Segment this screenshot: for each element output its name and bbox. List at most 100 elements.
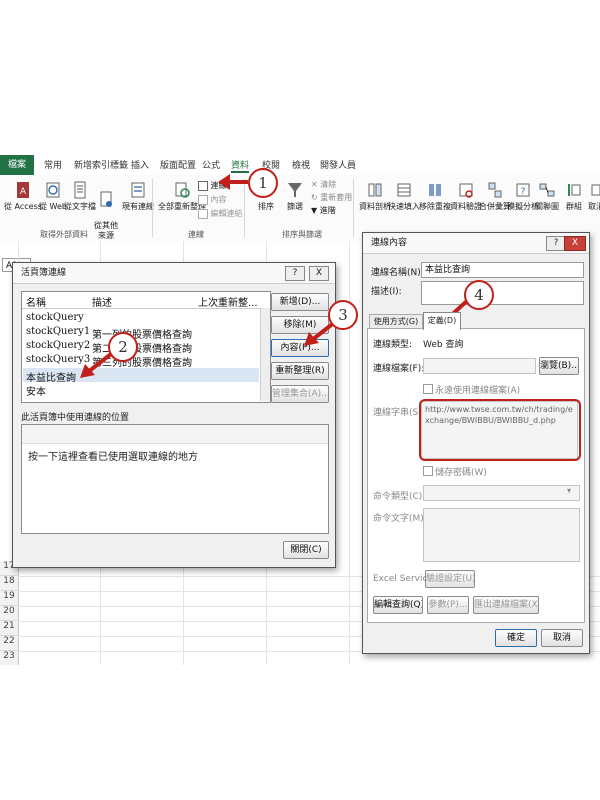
tab-view[interactable]: 檢視 — [292, 158, 310, 171]
connection-file-input[interactable] — [423, 358, 536, 374]
flash-fill-button[interactable]: 快速填入 — [388, 181, 420, 212]
web-icon — [46, 182, 60, 198]
row-header[interactable]: 23 — [0, 651, 19, 665]
refresh-button[interactable]: 重新整理(R) — [271, 362, 329, 380]
text-to-columns-icon — [368, 183, 382, 197]
connection-type-value: Web 查詢 — [423, 340, 464, 350]
tab-formulas[interactable]: 公式 — [202, 158, 220, 171]
tab-usage[interactable]: 使用方式(G) — [369, 314, 423, 329]
tab-developer[interactable]: 開發人員 — [320, 158, 356, 171]
row-header[interactable]: 21 — [0, 621, 19, 636]
list-header: 名稱 描述 上次重新整... — [22, 292, 270, 309]
tab-home[interactable]: 常用 — [44, 158, 62, 171]
remove-duplicates-button[interactable]: 移除重複 — [419, 181, 451, 212]
help-button[interactable]: ? — [546, 236, 566, 251]
filter-icon — [288, 183, 302, 197]
connection-file-label: 連線檔案(F): — [373, 364, 425, 374]
column-header-name[interactable]: 名稱 — [26, 294, 46, 309]
row-header[interactable]: 19 — [0, 591, 19, 606]
advanced-icon: ▼ — [311, 206, 318, 215]
ribbon-separator — [152, 179, 153, 237]
ungroup-icon — [591, 184, 600, 196]
text-file-icon — [74, 181, 86, 199]
existing-connections-icon — [131, 182, 145, 198]
list-scrollbar[interactable] — [260, 308, 270, 401]
command-type-select[interactable] — [423, 485, 580, 501]
connections-list[interactable]: 名稱 描述 上次重新整... stockQuery stockQuery1 第一… — [21, 291, 271, 403]
svg-text:A: A — [20, 187, 27, 197]
callout-1: 1 — [248, 168, 278, 198]
from-other-sources-button[interactable]: 從其他 來源 — [94, 181, 118, 241]
list-item[interactable]: stockQuery — [26, 312, 84, 323]
connection-name-label: 連線名稱(N): — [371, 268, 424, 278]
column-header-description[interactable]: 描述 — [92, 294, 112, 309]
close-icon[interactable]: X — [309, 266, 329, 281]
list-item-selected[interactable]: 本益比查詢 — [26, 369, 76, 384]
ribbon-separator — [244, 179, 245, 237]
row-header[interactable]: 18 — [0, 576, 19, 591]
list-item[interactable]: stockQuery1 — [26, 326, 90, 337]
edit-links-icon — [198, 208, 208, 219]
from-access-button[interactable]: A 從 Access — [4, 181, 42, 212]
list-item[interactable]: 安本 — [26, 383, 46, 398]
properties-button[interactable]: 內容 — [198, 194, 227, 205]
remove-connection-button[interactable]: 移除(M) — [271, 316, 329, 334]
browse-button[interactable]: 瀏覽(B)... — [539, 357, 579, 375]
save-password-label: 儲存密碼(W) — [435, 468, 487, 478]
data-validation-button[interactable]: 資料驗證 — [450, 181, 482, 212]
connection-name-input[interactable]: 本益比查詢 — [421, 262, 584, 278]
relationships-button[interactable]: 關聯圖 — [535, 181, 559, 212]
edit-query-button[interactable]: 編輯查詢(Q)... — [373, 596, 423, 614]
add-connection-button[interactable]: 新增(D)... — [271, 293, 329, 311]
tab-insert[interactable]: 插入 — [131, 158, 149, 171]
tab-page-layout[interactable]: 版面配置 — [160, 158, 196, 171]
highlight-outline — [419, 399, 581, 461]
properties-button[interactable]: 內容(P)... — [271, 339, 329, 357]
auth-settings-button[interactable]: 驗證設定(U)... — [425, 570, 475, 588]
tab-data[interactable]: 資料 — [231, 158, 250, 173]
row-header[interactable]: 20 — [0, 606, 19, 621]
cancel-button[interactable]: 取消 — [541, 629, 583, 647]
close-button[interactable]: 關閉(C) — [283, 541, 329, 559]
tab-definition[interactable]: 定義(D) — [423, 312, 461, 330]
list-item[interactable]: stockQuery3 — [26, 354, 90, 365]
locations-label: 此活頁簿中使用連線的位置 — [21, 413, 130, 423]
description-input[interactable] — [421, 281, 584, 305]
group-button[interactable]: 群組 — [566, 181, 582, 212]
existing-connections-button[interactable]: 現有連線 — [122, 181, 154, 212]
command-text-label: 命令文字(M): — [373, 514, 427, 524]
locations-header — [22, 425, 328, 444]
connections-button[interactable]: 連線 — [198, 180, 227, 191]
locations-box[interactable]: 按一下這裡查看已使用選取連線的地方 — [21, 424, 329, 534]
edit-links-button[interactable]: 編輯連結 — [198, 208, 243, 219]
access-icon: A — [16, 182, 29, 198]
help-button[interactable]: ? — [285, 266, 305, 281]
tab-file[interactable]: 檔案 — [0, 155, 34, 175]
other-sources-icon — [100, 191, 112, 207]
text-to-columns-button[interactable]: 資料剖析 — [359, 181, 391, 212]
command-text-input[interactable] — [423, 508, 580, 562]
locations-hint[interactable]: 按一下這裡查看已使用選取連線的地方 — [28, 448, 198, 463]
export-connection-file-button[interactable]: 匯出連線檔案(X)... — [473, 596, 539, 614]
tab-new-tab[interactable]: 新增索引標籤 — [74, 158, 128, 171]
command-type-label: 命令類型(C): — [373, 492, 426, 502]
row-header[interactable]: 22 — [0, 636, 19, 651]
manage-sets-button[interactable]: 管理集合(A)... — [271, 385, 329, 403]
callout-2: 2 — [108, 332, 138, 362]
advanced-button[interactable]: ▼ 進階 — [311, 205, 336, 216]
ribbon-tab-bar: 檔案 常用 新增索引標籤 插入 版面配置 公式 資料 校閱 檢視 開發人員 — [0, 155, 600, 176]
list-item[interactable]: stockQuery2 — [26, 340, 90, 351]
filter-button[interactable]: 篩選 — [287, 181, 303, 212]
ok-button[interactable]: 確定 — [495, 629, 537, 647]
column-header-last-refreshed[interactable]: 上次重新整... — [198, 294, 258, 309]
always-use-file-checkbox[interactable] — [423, 384, 433, 394]
reapply-button[interactable]: ↻ 重新套用 — [311, 192, 352, 203]
parameters-button[interactable]: 參數(P)... — [427, 596, 469, 614]
always-use-file-label: 永遠使用連線檔案(A) — [435, 386, 521, 396]
save-password-checkbox[interactable] — [423, 466, 433, 476]
clear-button[interactable]: ✕ 清除 — [311, 179, 336, 190]
close-icon[interactable]: X — [564, 236, 586, 251]
from-web-button[interactable]: 從 Web — [39, 181, 67, 212]
ungroup-button[interactable]: 取消 — [588, 181, 600, 212]
from-text-button[interactable]: 從文字檔 — [64, 181, 96, 212]
